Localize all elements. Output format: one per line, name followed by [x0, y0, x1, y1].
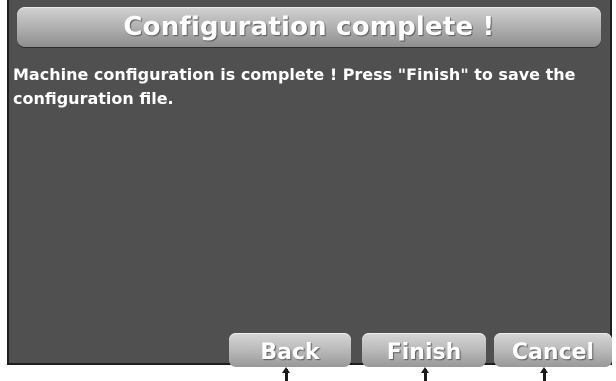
back-button[interactable]: Back: [229, 333, 351, 367]
pointer-arrow-icon: [282, 367, 290, 381]
dialog-message: Machine configuration is complete ! Pres…: [13, 65, 576, 108]
pointer-arrow-icon: [540, 367, 548, 381]
pointer-arrow-icon: [421, 367, 429, 381]
cancel-button[interactable]: Cancel: [494, 333, 612, 367]
dialog-title: Configuration complete !: [123, 12, 495, 42]
finish-button[interactable]: Finish: [362, 333, 486, 367]
dialog-title-bar: Configuration complete !: [17, 7, 601, 47]
photo-frame: Configuration complete ! Machine configu…: [0, 0, 616, 381]
dialog-screen: Configuration complete ! Machine configu…: [7, 0, 612, 367]
